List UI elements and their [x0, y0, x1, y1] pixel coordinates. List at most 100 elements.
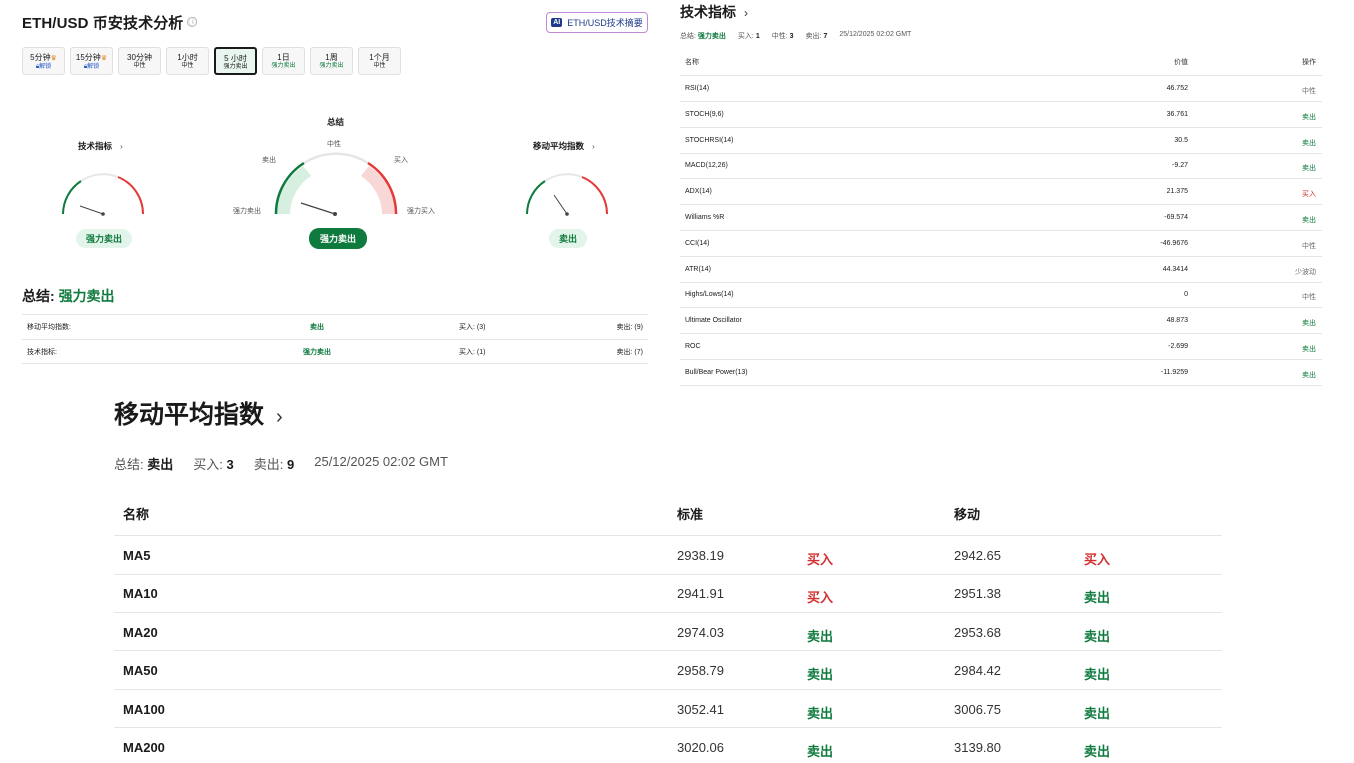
tab-sub: 🔒︎解锁	[71, 64, 112, 71]
ma-moving-value: 3139.80	[954, 740, 1001, 755]
ai-summary-button[interactable]: AI ETH/USD技术摘要	[546, 12, 648, 33]
gauge-arc-neutral	[544, 173, 583, 182]
indicator-action: 卖出	[1302, 139, 1316, 147]
indicator-name: CCI(14)	[685, 239, 710, 247]
summary-row-sell: 卖出: (7)	[616, 348, 643, 356]
ma-standard-action: 卖出	[807, 744, 834, 759]
summary-row: 技术指标: 强力卖出 买入: (1) 卖出: (7)	[22, 339, 648, 364]
gauge-arc-buy	[117, 176, 144, 215]
timeframe-tabs: 5分钟♛ 🔒︎解锁 15分钟♛ 🔒︎解锁 30分钟 中性 1小时 中性 5 小时 强力卖出…	[22, 47, 401, 75]
gauge-strong-buy-label: 强力买入	[407, 208, 435, 215]
indicator-value: 0	[1184, 291, 1188, 299]
ai-icon: AI	[551, 18, 563, 27]
tab-5min[interactable]: 5分钟♛ 🔒︎解锁	[22, 47, 65, 75]
gauge-pivot	[565, 212, 569, 216]
ma-moving-value: 2984.42	[954, 663, 1001, 679]
gauge-arc-neutral	[80, 173, 119, 182]
indicator-value: 46.752	[1166, 85, 1188, 92]
crown-icon: ♛	[50, 55, 57, 62]
indicator-action: 卖出	[1302, 165, 1316, 173]
indicator-action: 卖出	[1302, 346, 1316, 353]
gauge-arc-sell	[526, 180, 546, 215]
ma-standard-action: 卖出	[807, 628, 834, 644]
gauge-arc-sell	[62, 180, 82, 215]
tech-table-header: 名称 价值 操作	[680, 50, 1322, 76]
indicator-action: 中性	[1302, 294, 1316, 302]
tab-sub: 中性	[181, 63, 194, 70]
summary-row-name: 移动平均指数:	[27, 324, 71, 331]
tab-1mo[interactable]: 1个月 中性	[358, 47, 401, 75]
indicator-action: 中性	[1302, 242, 1316, 250]
chevron-right-icon: ›	[592, 141, 595, 151]
tab-sub: 中性	[133, 63, 146, 70]
ma-standard-action: 卖出	[807, 705, 834, 721]
gauge-ma-label[interactable]: 移动平均指数 ›	[533, 140, 595, 152]
tab-1w[interactable]: 1周 强力卖出	[310, 47, 353, 75]
summary-row-buy: 买入: (3)	[459, 324, 486, 331]
indicator-name: STOCHRSI(14)	[685, 136, 734, 144]
indicator-action: 卖出	[1302, 320, 1316, 328]
tab-30min[interactable]: 30分钟 中性	[118, 47, 161, 75]
tab-5h[interactable]: 5 小时 强力卖出	[214, 47, 257, 75]
tech-table-title[interactable]: 技术指标 ›	[680, 2, 748, 22]
ma-name: MA10	[123, 586, 158, 602]
chevron-right-icon: ›	[276, 406, 283, 428]
gauge-pivot	[101, 212, 105, 216]
ma-standard-value: 2938.19	[677, 548, 724, 563]
indicator-value: 30.5	[1174, 136, 1188, 144]
gauge-needle	[553, 194, 568, 215]
tab-1h[interactable]: 1小时 中性	[166, 47, 209, 75]
ma-name: MA20	[123, 624, 158, 640]
ma-moving-action: 买入	[1084, 552, 1111, 567]
ma-standard-action: 卖出	[807, 667, 834, 683]
indicator-action: 少波动	[1295, 268, 1316, 276]
indicator-name: ROC	[685, 343, 701, 350]
tech-table-time: 25/12/2025 02:02 GMT	[839, 31, 912, 38]
gauge-technical-result: 强力卖出	[76, 229, 133, 248]
summary-row-result: 卖出	[310, 324, 324, 331]
unlock-label: 解锁	[87, 64, 100, 71]
ma-moving-action: 卖出	[1084, 590, 1111, 606]
indicator-value: 48.873	[1166, 317, 1188, 325]
gauge-needle	[79, 205, 104, 215]
gauge-arc-buy	[581, 176, 608, 215]
tab-label: 5 小时	[224, 54, 247, 63]
header-value: 价值	[1174, 59, 1188, 66]
indicator-name: ATR(14)	[685, 265, 711, 273]
indicator-value: 44.3414	[1162, 265, 1188, 273]
gauge-technical-label[interactable]: 技术指标 ›	[78, 140, 123, 152]
indicator-value: -46.9676	[1160, 239, 1188, 247]
ma-standard-value: 3052.41	[677, 701, 724, 717]
ma-moving-value: 3006.75	[954, 701, 1001, 717]
table-row: ROC -2.699 卖出	[680, 334, 1322, 360]
summary-row-name: 技术指标:	[27, 348, 57, 356]
indicator-value: 21.375	[1166, 188, 1188, 196]
gauge-summary-result: 强力卖出	[309, 228, 368, 249]
indicator-action: 买入	[1302, 191, 1316, 199]
summary-title: 总结: 强力卖出	[22, 288, 115, 304]
ma-title[interactable]: 移动平均指数 ›	[114, 395, 283, 431]
info-icon[interactable]: ⓘ	[187, 17, 197, 27]
header-name: 名称	[123, 507, 150, 522]
indicator-value: -69.574	[1164, 214, 1188, 221]
tab-label: 30分钟	[127, 53, 152, 62]
ma-standard-value: 2958.79	[677, 663, 724, 679]
ma-name: MA5	[123, 548, 151, 563]
summary-row-sell: 卖出: (9)	[616, 324, 643, 331]
gauge-technical	[62, 173, 144, 216]
tab-label: 1日	[277, 53, 290, 62]
indicator-action: 卖出	[1302, 217, 1316, 224]
table-row: Bull/Bear Power(13) -11.9259 卖出	[680, 360, 1322, 386]
tab-1d[interactable]: 1日 强力卖出	[262, 47, 305, 75]
tab-15min[interactable]: 15分钟♛ 🔒︎解锁	[70, 47, 113, 75]
ma-moving-action: 卖出	[1084, 667, 1111, 683]
table-row: Highs/Lows(14) 0 中性	[680, 282, 1322, 309]
ma-standard-action: 买入	[807, 552, 834, 567]
summary-row-buy: 买入: (1)	[459, 348, 486, 356]
table-row: STOCH(9,6) 36.761 卖出	[680, 102, 1322, 128]
tab-sub: 🔒︎解锁	[23, 64, 64, 71]
indicator-value: -11.9259	[1160, 368, 1188, 376]
table-row: MA20 2974.03 卖出 2953.68 卖出	[114, 613, 1222, 652]
ma-moving-action: 卖出	[1084, 705, 1111, 721]
tab-sub: 强力卖出	[319, 63, 344, 70]
